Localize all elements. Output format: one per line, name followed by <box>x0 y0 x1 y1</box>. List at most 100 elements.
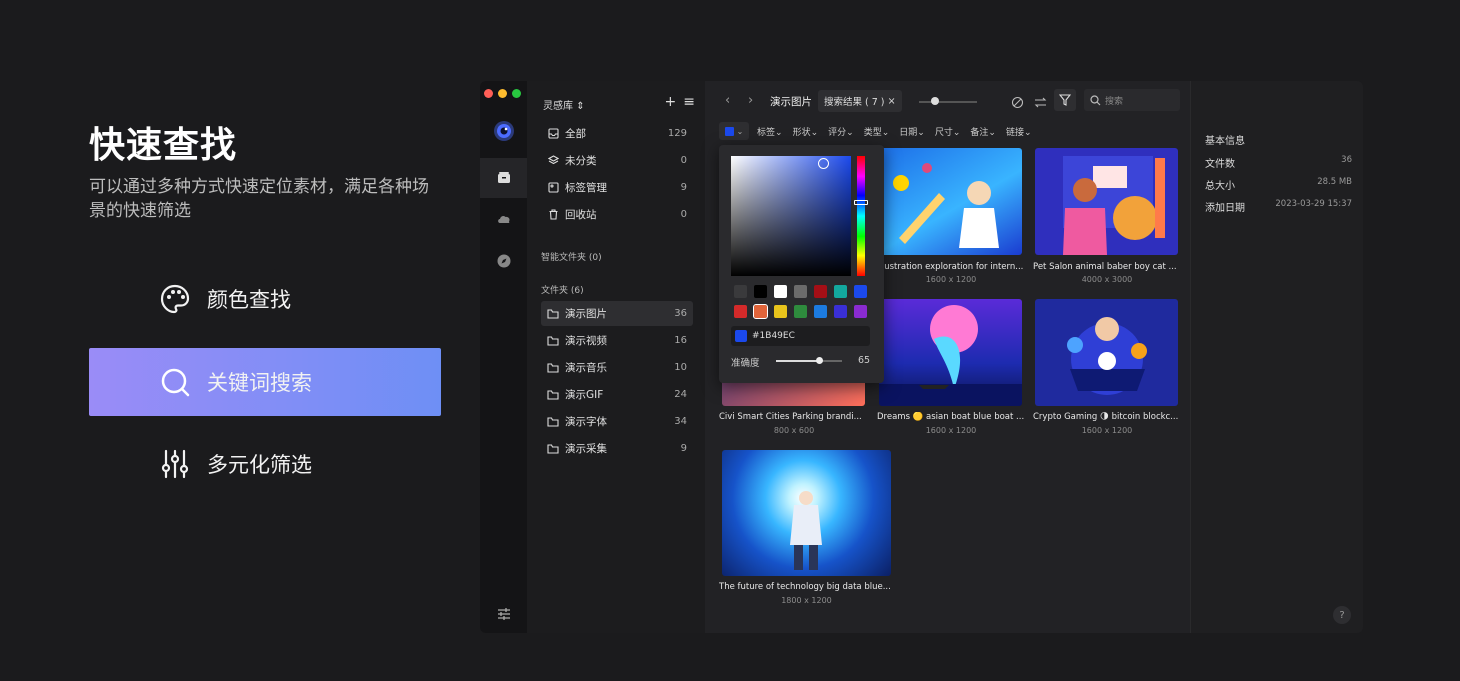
folders-title[interactable]: 文件夹 (6) <box>541 283 584 296</box>
info-row: 文件数 36 <box>1205 155 1352 170</box>
menu-icon[interactable]: ≡ <box>683 94 695 110</box>
swap-icon[interactable] <box>1034 94 1047 113</box>
filter-icon[interactable] <box>1054 89 1076 111</box>
folder-label: 演示GIF <box>565 389 604 401</box>
chevron-down-icon: ⌄ <box>736 126 744 136</box>
folder-item[interactable]: 演示采集 9 <box>541 436 693 461</box>
feature-multi-filter[interactable]: 多元化筛选 <box>89 430 441 498</box>
maximize-window-button[interactable] <box>512 89 521 98</box>
ban-icon[interactable] <box>1011 94 1024 113</box>
swatch[interactable] <box>754 285 767 298</box>
filter-size[interactable]: 尺寸⌄ <box>935 125 961 138</box>
search-input[interactable]: 搜索 <box>1084 89 1180 111</box>
item-caption[interactable]: Crypto Gaming 🌗 bitcoin blockc... <box>1033 412 1181 422</box>
accuracy-knob[interactable] <box>815 357 823 364</box>
forward-icon[interactable]: › <box>748 93 753 108</box>
accuracy-value: 65 <box>858 355 871 366</box>
filter-label: 标签 <box>757 127 776 138</box>
item-caption[interactable]: The future of technology big data blue..… <box>719 582 894 592</box>
item-caption[interactable]: Dreams 🟡 asian boat blue boat ... <box>877 412 1025 422</box>
swatch[interactable] <box>814 285 827 298</box>
search-icon <box>159 366 191 398</box>
sidebar: 灵感库 ⇕ + ≡ 全部 129 未分类 0 标签管理 9 回收站 0 智能文件… <box>527 81 705 633</box>
app-logo[interactable] <box>480 111 527 151</box>
hex-input[interactable]: #1B49EC <box>731 326 870 346</box>
folder-label: 演示采集 <box>565 443 607 455</box>
swatch[interactable] <box>834 305 847 318</box>
add-icon[interactable]: + <box>665 94 677 110</box>
thumbnail[interactable] <box>1035 148 1178 255</box>
back-icon[interactable]: ‹ <box>725 93 730 108</box>
tag-icon <box>546 182 560 193</box>
swatch[interactable] <box>774 305 787 318</box>
color-filter-button[interactable]: ⌄ <box>719 122 749 140</box>
thumbnail[interactable] <box>1035 299 1178 406</box>
folder-item[interactable]: 演示GIF 24 <box>541 382 693 407</box>
swatch[interactable] <box>854 305 867 318</box>
accuracy-fill <box>776 360 819 362</box>
filter-label: 类型 <box>863 127 882 138</box>
swatch[interactable] <box>854 285 867 298</box>
feature-keyword-search[interactable]: 关键词搜索 <box>89 348 441 416</box>
filter-shape[interactable]: 形状⌄ <box>793 125 819 138</box>
search-result-tag[interactable]: 搜索结果 ( 7 ) × <box>818 90 902 112</box>
swatch[interactable] <box>794 305 807 318</box>
item-caption[interactable]: Civi Smart Cities Parking brandi... <box>719 412 869 422</box>
filter-link[interactable]: 链接⌄ <box>1006 125 1032 138</box>
filter-type[interactable]: 类型⌄ <box>864 125 890 138</box>
thumbnail-size-slider[interactable] <box>919 101 977 103</box>
icon-rail <box>480 81 527 633</box>
close-icon[interactable]: × <box>888 96 896 107</box>
sv-cursor[interactable] <box>818 158 829 169</box>
sidebar-item-all[interactable]: 全部 129 <box>541 121 693 146</box>
library-icon[interactable] <box>480 158 527 198</box>
sidebar-item-uncategorized[interactable]: 未分类 0 <box>541 148 693 173</box>
sidebar-item-tags[interactable]: 标签管理 9 <box>541 175 693 200</box>
info-title: 基本信息 <box>1205 136 1245 147</box>
info-value: 36 <box>1341 155 1352 165</box>
search-placeholder: 搜索 <box>1105 96 1124 107</box>
help-button[interactable]: ? <box>1333 606 1351 624</box>
swatch[interactable] <box>734 305 747 318</box>
hue-slider[interactable] <box>857 156 865 276</box>
breadcrumb[interactable]: 演示图片 <box>770 94 812 109</box>
inbox-icon <box>546 128 560 139</box>
filter-date[interactable]: 日期⌄ <box>899 125 925 138</box>
thumbnail[interactable] <box>722 450 891 576</box>
filter-notes[interactable]: 备注⌄ <box>970 125 996 138</box>
thumbnail[interactable] <box>879 148 1022 255</box>
trash-icon <box>546 209 560 220</box>
folder-item[interactable]: 演示视频 16 <box>541 328 693 353</box>
minimize-window-button[interactable] <box>498 89 507 98</box>
filter-label: 尺寸 <box>934 127 953 138</box>
swatch[interactable] <box>814 305 827 318</box>
settings-sliders-icon[interactable] <box>480 594 527 633</box>
swatch[interactable] <box>734 285 747 298</box>
slider-knob[interactable] <box>931 97 939 105</box>
folder-count: 16 <box>674 335 687 346</box>
cloud-icon[interactable] <box>480 199 527 239</box>
swatch[interactable] <box>834 285 847 298</box>
library-switcher[interactable]: 灵感库 ⇕ <box>543 97 585 112</box>
compass-icon[interactable] <box>480 241 527 281</box>
feature-label: 多元化筛选 <box>207 453 312 477</box>
hue-knob[interactable] <box>854 200 868 205</box>
feature-color-search[interactable]: 颜色查找 <box>89 265 441 333</box>
folder-icon <box>546 335 560 346</box>
folder-item[interactable]: 演示字体 34 <box>541 409 693 434</box>
swatch[interactable] <box>753 304 768 319</box>
item-caption[interactable]: Pet Salon animal baber boy cat ... <box>1033 262 1181 272</box>
folder-item[interactable]: 演示音乐 10 <box>541 355 693 380</box>
folder-item[interactable]: 演示图片 36 <box>541 301 693 326</box>
swatch[interactable] <box>794 285 807 298</box>
close-window-button[interactable] <box>484 89 493 98</box>
filter-rating[interactable]: 评分⌄ <box>828 125 854 138</box>
filter-tags[interactable]: 标签⌄ <box>757 125 783 138</box>
sidebar-item-trash[interactable]: 回收站 0 <box>541 202 693 227</box>
thumbnail[interactable] <box>879 299 1022 406</box>
saturation-value-area[interactable] <box>731 156 851 276</box>
smart-folders-title[interactable]: 智能文件夹 (0) <box>541 250 602 263</box>
item-caption[interactable]: Illustration exploration for intern... <box>877 262 1025 272</box>
item-size: 1600 x 1200 <box>925 426 977 435</box>
swatch[interactable] <box>774 285 787 298</box>
